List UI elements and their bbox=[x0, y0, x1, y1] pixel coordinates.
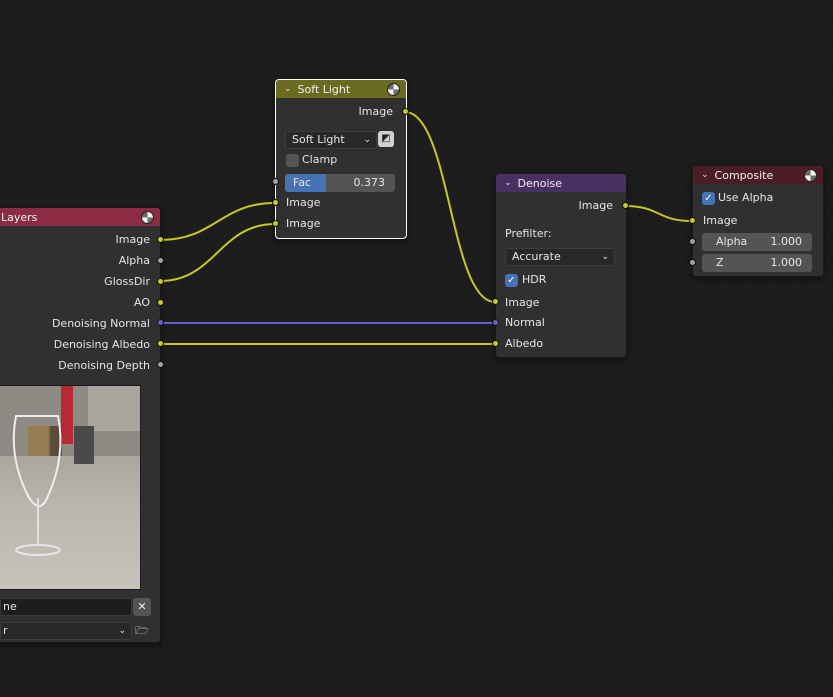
socket-denoise-normal-in[interactable] bbox=[492, 319, 499, 326]
image-alpha-icon[interactable]: ◩ bbox=[378, 131, 394, 147]
output-denoising-albedo-label: Denoising Albedo bbox=[53, 338, 150, 351]
socket-softlight-image-out[interactable] bbox=[402, 108, 409, 115]
socket-alpha-out[interactable] bbox=[157, 257, 164, 264]
clamp-checkbox[interactable] bbox=[286, 154, 299, 167]
z-field[interactable]: Z 1.000 bbox=[702, 254, 812, 272]
output-glossdir-label: GlossDir bbox=[104, 275, 150, 288]
input-image-label: Image bbox=[505, 296, 540, 309]
prefilter-value: Accurate bbox=[512, 250, 561, 263]
blend-mode-select[interactable]: Soft Light ⌄ bbox=[285, 131, 377, 149]
output-ao-label: AO bbox=[134, 296, 150, 309]
denoise-header[interactable]: ⌄ Denoise bbox=[496, 174, 626, 192]
node-title: Layers bbox=[1, 210, 38, 224]
render-preview-image bbox=[0, 385, 141, 590]
z-value: 1.000 bbox=[770, 256, 803, 269]
layer-select-value: r bbox=[3, 624, 8, 637]
alpha-value: 1.000 bbox=[770, 235, 803, 248]
render-layers-header[interactable]: Layers bbox=[0, 208, 160, 226]
socket-denoising-depth-out[interactable] bbox=[157, 361, 164, 368]
prefilter-select[interactable]: Accurate ⌄ bbox=[505, 248, 615, 266]
socket-image-out[interactable] bbox=[157, 236, 164, 243]
socket-image2-in[interactable] bbox=[272, 220, 279, 227]
chevron-down-icon: ⌄ bbox=[118, 626, 126, 636]
input-image1-label: Image bbox=[286, 196, 321, 209]
socket-denoise-image-in[interactable] bbox=[492, 298, 499, 305]
sphere-icon[interactable] bbox=[141, 211, 154, 224]
use-alpha-label: Use Alpha bbox=[718, 191, 774, 204]
prefilter-label: Prefilter: bbox=[505, 227, 552, 240]
alpha-label: Alpha bbox=[716, 235, 748, 248]
socket-fac-in[interactable] bbox=[272, 178, 279, 185]
name-input-value: ne bbox=[3, 600, 17, 613]
link-denoise-to-composite[interactable] bbox=[624, 205, 693, 222]
denoise-node[interactable]: ⌄ Denoise Image Prefilter: Accurate ⌄ ✓ … bbox=[495, 173, 627, 358]
output-alpha-label: Alpha bbox=[118, 254, 150, 267]
composite-header[interactable]: ⌄ Composite bbox=[693, 166, 823, 184]
socket-composite-z-in[interactable] bbox=[689, 259, 696, 266]
output-image-label: Image bbox=[358, 105, 393, 118]
socket-composite-image-in[interactable] bbox=[689, 217, 696, 224]
z-label: Z bbox=[716, 256, 724, 269]
name-input[interactable]: ne bbox=[0, 598, 132, 616]
clamp-label: Clamp bbox=[302, 153, 338, 166]
input-image-label: Image bbox=[703, 214, 738, 227]
output-image-label: Image bbox=[115, 233, 150, 246]
input-normal-label: Normal bbox=[505, 316, 545, 329]
output-denoising-normal-label: Denoising Normal bbox=[51, 317, 150, 330]
link-softlight-to-denoise-image[interactable] bbox=[404, 111, 496, 303]
output-denoising-depth-label: Denoising Depth bbox=[58, 359, 150, 372]
input-albedo-label: Albedo bbox=[505, 337, 544, 350]
socket-denoising-normal-out[interactable] bbox=[157, 319, 164, 326]
folder-icon[interactable]: 🗁 bbox=[133, 622, 151, 640]
sphere-icon[interactable] bbox=[804, 169, 817, 182]
alpha-field[interactable]: Alpha 1.000 bbox=[702, 233, 812, 251]
socket-composite-alpha-in[interactable] bbox=[689, 238, 696, 245]
hdr-label: HDR bbox=[522, 273, 547, 286]
chevron-down-icon[interactable]: ⌄ bbox=[504, 178, 512, 188]
sphere-icon[interactable] bbox=[387, 83, 400, 96]
fac-slider[interactable]: Fac 0.373 bbox=[285, 174, 395, 192]
socket-denoise-image-out[interactable] bbox=[622, 202, 629, 209]
close-icon[interactable]: ✕ bbox=[133, 598, 151, 616]
chevron-down-icon[interactable]: ⌄ bbox=[701, 170, 709, 180]
node-title: Denoise bbox=[517, 176, 563, 190]
preview-scene bbox=[0, 386, 140, 556]
soft-light-node[interactable]: ⌄ Soft Light Image Soft Light ⌄ ◩ Clamp … bbox=[275, 79, 407, 239]
socket-denoise-albedo-in[interactable] bbox=[492, 340, 499, 347]
link-glossdir-to-softlight-image2[interactable] bbox=[159, 223, 276, 282]
socket-denoising-albedo-out[interactable] bbox=[157, 340, 164, 347]
node-title: Composite bbox=[714, 168, 774, 182]
render-layers-node[interactable]: Layers Image Alpha GlossDir AO Denoising… bbox=[0, 207, 161, 643]
use-alpha-checkbox[interactable]: ✓ bbox=[702, 192, 715, 205]
fac-value: 0.373 bbox=[353, 176, 386, 189]
layer-select[interactable]: r ⌄ bbox=[0, 622, 132, 640]
socket-glossdir-out[interactable] bbox=[157, 278, 164, 285]
node-title: Soft Light bbox=[297, 82, 351, 96]
blend-mode-value: Soft Light bbox=[292, 133, 345, 146]
link-image-to-softlight-image1[interactable] bbox=[159, 202, 276, 241]
socket-image1-in[interactable] bbox=[272, 199, 279, 206]
chevron-down-icon: ⌄ bbox=[601, 252, 609, 262]
soft-light-header[interactable]: ⌄ Soft Light bbox=[276, 80, 406, 98]
socket-ao-out[interactable] bbox=[157, 299, 164, 306]
chevron-down-icon: ⌄ bbox=[363, 135, 371, 145]
input-image2-label: Image bbox=[286, 217, 321, 230]
composite-node[interactable]: ⌄ Composite ✓ Use Alpha Image Alpha 1.00… bbox=[692, 165, 824, 277]
chevron-down-icon[interactable]: ⌄ bbox=[284, 84, 292, 94]
fac-label: Fac bbox=[293, 176, 312, 189]
hdr-checkbox[interactable]: ✓ bbox=[505, 274, 518, 287]
output-image-label: Image bbox=[578, 199, 613, 212]
